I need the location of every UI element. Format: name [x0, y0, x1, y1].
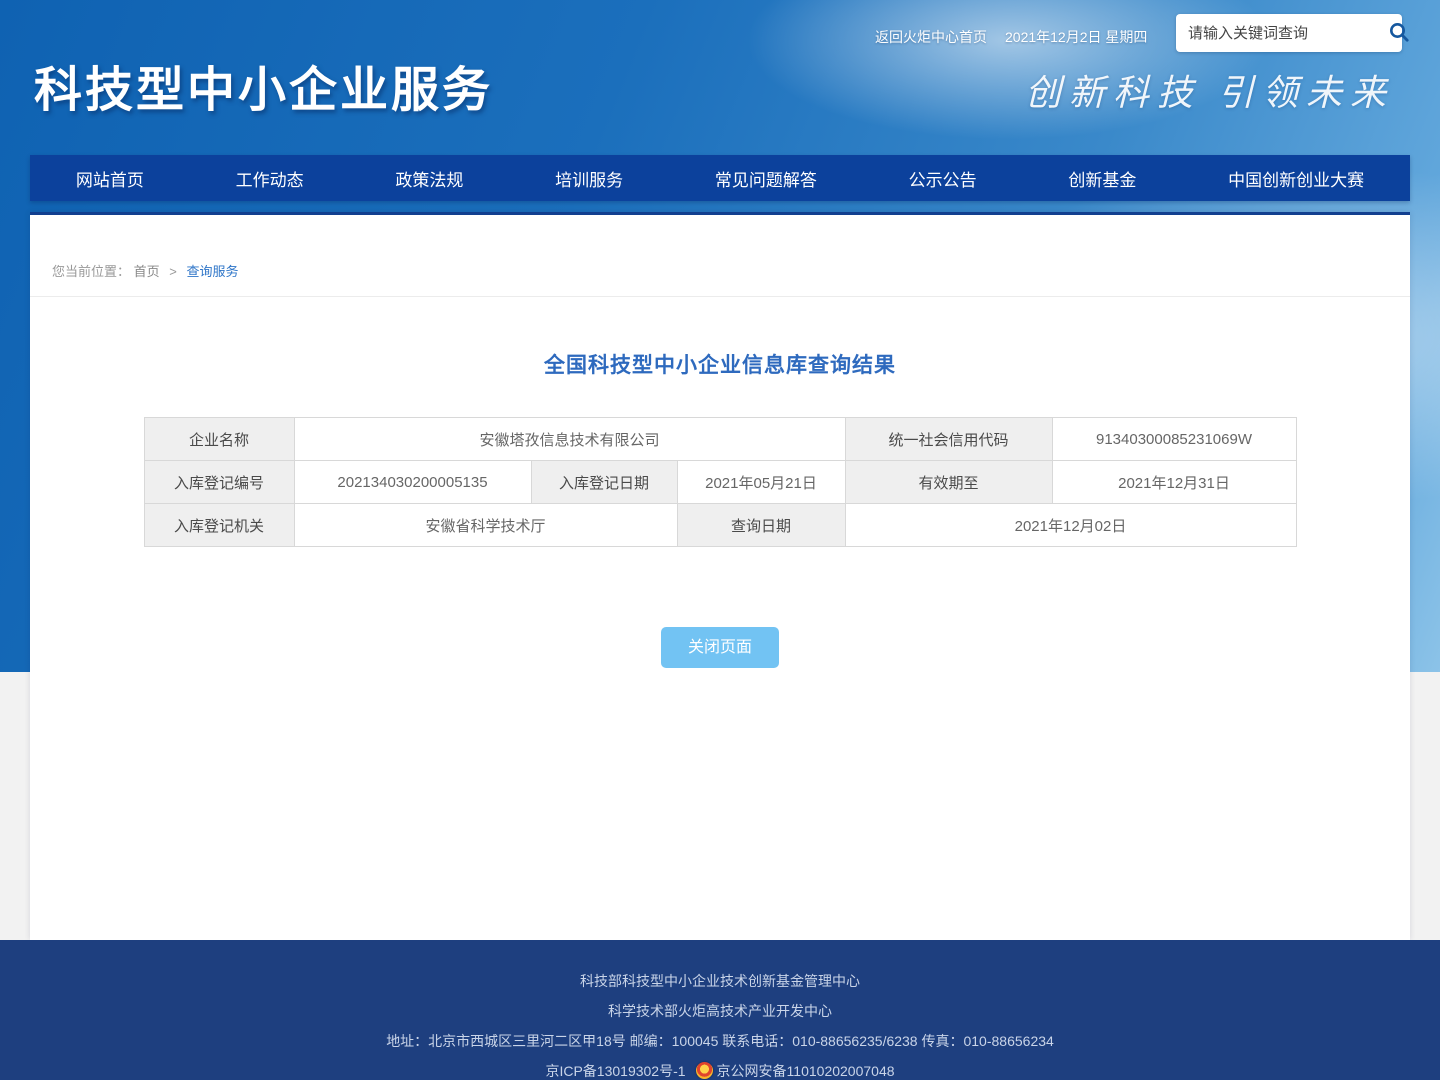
header-top-links: 返回火炬中心首页 2021年12月2日 星期四	[875, 27, 1145, 47]
field-label: 企业名称	[144, 418, 294, 461]
result-table-body: 企业名称安徽塔孜信息技术有限公司统一社会信用代码9134030008523106…	[144, 418, 1296, 547]
search-input[interactable]	[1188, 25, 1387, 42]
page-footer: 科技部科技型中小企业技术创新基金管理中心 科学技术部火炬高技术产业开发中心 地址…	[0, 940, 1440, 1080]
footer-org-line-1: 科技部科技型中小企业技术创新基金管理中心	[0, 940, 1440, 996]
close-page-button[interactable]: 关闭页面	[661, 627, 779, 668]
field-label: 入库登记机关	[144, 504, 294, 547]
footer-org-line-2: 科学技术部火炬高技术产业开发中心	[0, 996, 1440, 1026]
nav-item[interactable]: 政策法规	[389, 166, 469, 191]
page-title: 全国科技型中小企业信息库查询结果	[30, 349, 1410, 379]
content-panel: 您当前位置： 首页 > 查询服务 全国科技型中小企业信息库查询结果 企业名称安徽…	[30, 212, 1410, 940]
nav-item[interactable]: 公示公告	[903, 166, 983, 191]
breadcrumb-current-link[interactable]: 查询服务	[187, 264, 239, 279]
field-value: 91340300085231069W	[1052, 418, 1296, 461]
nav-item[interactable]: 网站首页	[70, 166, 150, 191]
nav-item[interactable]: 创新基金	[1062, 166, 1142, 191]
field-value: 2021年05月21日	[677, 461, 845, 504]
nav-item[interactable]: 工作动态	[230, 166, 310, 191]
site-logo: 科技型中小企业服务	[34, 50, 493, 120]
field-label: 查询日期	[677, 504, 845, 547]
table-row: 入库登记编号202134030200005135入库登记日期2021年05月21…	[144, 461, 1296, 504]
field-value: 202134030200005135	[294, 461, 531, 504]
field-value: 2021年12月31日	[1052, 461, 1296, 504]
table-row: 企业名称安徽塔孜信息技术有限公司统一社会信用代码9134030008523106…	[144, 418, 1296, 461]
nav-item[interactable]: 培训服务	[549, 166, 629, 191]
query-result-table: 企业名称安徽塔孜信息技术有限公司统一社会信用代码9134030008523106…	[144, 417, 1297, 547]
field-label: 入库登记编号	[144, 461, 294, 504]
main-nav: 网站首页 工作动态 政策法规 培训服务 常见问题解答 公示公告 创新基金 中国创新创业大赛	[30, 155, 1410, 201]
return-torch-home-link[interactable]: 返回火炬中心首页	[875, 27, 987, 47]
icp-record-link[interactable]: 京ICP备13019302号-1	[545, 1063, 685, 1079]
security-record-link[interactable]: 京公网安备11010202007048	[717, 1063, 895, 1079]
field-label: 有效期至	[845, 461, 1052, 504]
breadcrumb-home-link[interactable]: 首页	[134, 264, 160, 279]
nav-item[interactable]: 中国创新创业大赛	[1222, 166, 1370, 191]
search-icon	[1387, 20, 1411, 47]
footer-contact-line: 地址：北京市西城区三里河二区甲18号 邮编：100045 联系电话：010-88…	[0, 1026, 1440, 1056]
slogan-text: 创新科技 引领未来	[1025, 64, 1394, 116]
field-value: 2021年12月02日	[845, 504, 1296, 547]
button-row: 关闭页面	[30, 627, 1410, 668]
search-button[interactable]	[1387, 19, 1411, 47]
field-label: 统一社会信用代码	[845, 418, 1052, 461]
breadcrumb-prefix: 您当前位置：	[52, 264, 130, 279]
field-label: 入库登记日期	[531, 461, 677, 504]
field-value: 安徽塔孜信息技术有限公司	[294, 418, 845, 461]
search-box	[1176, 14, 1402, 52]
breadcrumb: 您当前位置： 首页 > 查询服务	[30, 215, 1410, 297]
table-row: 入库登记机关安徽省科学技术厅查询日期2021年12月02日	[144, 504, 1296, 547]
nav-item[interactable]: 常见问题解答	[709, 166, 823, 191]
footer-record-line: 京ICP备13019302号-1 京公网安备11010202007048	[0, 1056, 1440, 1080]
field-value: 安徽省科学技术厅	[294, 504, 677, 547]
public-security-badge-icon	[696, 1062, 713, 1079]
current-date-text: 2021年12月2日 星期四	[1005, 27, 1147, 47]
breadcrumb-separator: >	[169, 264, 177, 279]
